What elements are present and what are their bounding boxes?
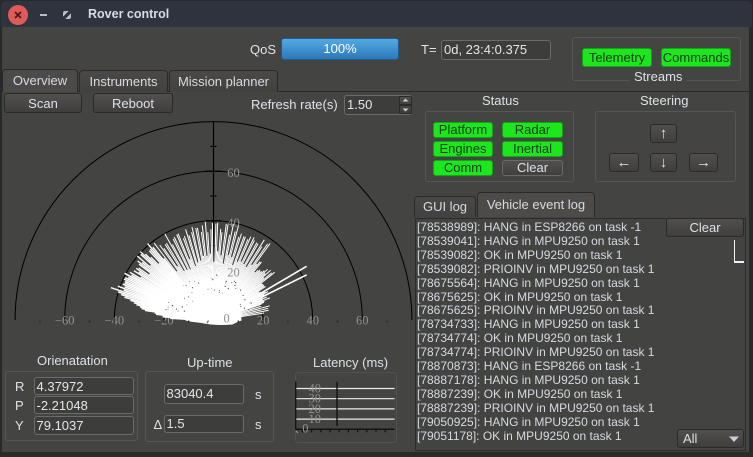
svg-text:0: 0	[224, 312, 230, 326]
svg-text:40: 40	[227, 216, 240, 230]
svg-text:0: 0	[302, 421, 308, 435]
svg-text:10: 10	[309, 412, 322, 426]
svg-text:20: 20	[227, 265, 240, 279]
svg-text:60: 60	[227, 166, 240, 180]
